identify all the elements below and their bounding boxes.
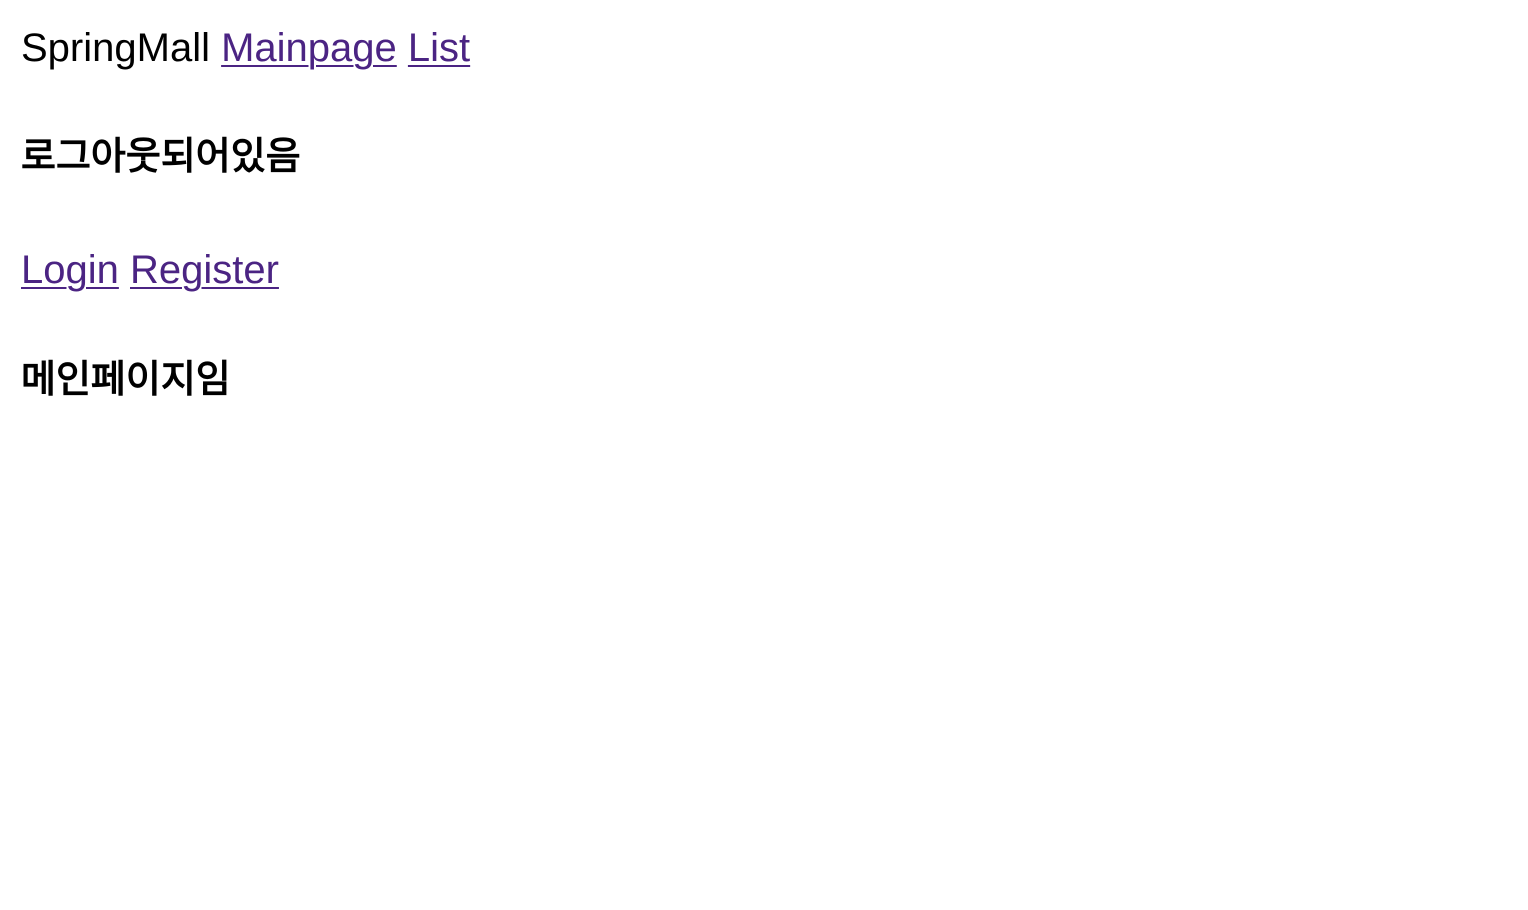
auth-links: Login Register [21, 244, 279, 296]
register-link[interactable]: Register [130, 248, 279, 292]
brand-name: SpringMall [21, 26, 210, 70]
nav-link-list[interactable]: List [408, 26, 470, 70]
nav-link-mainpage[interactable]: Mainpage [221, 26, 397, 70]
login-status-heading: 로그아웃되어있음 [21, 136, 301, 178]
main-page-heading: 메인페이지임 [21, 359, 231, 401]
page: SpringMall Mainpage List 로그아웃되어있음 Login … [0, 0, 1528, 910]
login-link[interactable]: Login [21, 248, 119, 292]
top-nav: SpringMall Mainpage List [21, 22, 470, 74]
